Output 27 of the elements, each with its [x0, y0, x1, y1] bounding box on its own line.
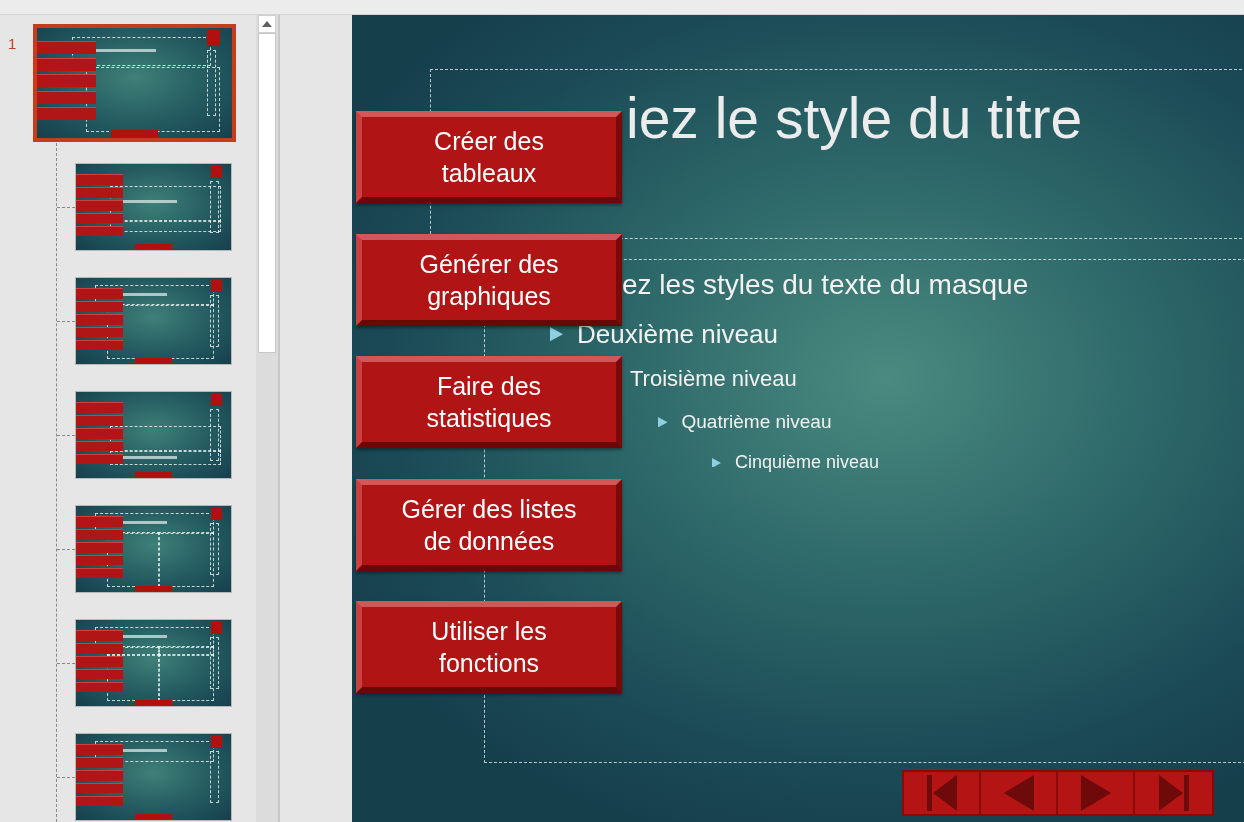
slide-thumbnail[interactable]: [34, 25, 235, 141]
slide-thumbnail[interactable]: [75, 163, 232, 251]
action-button[interactable]: Générer des graphiques: [356, 233, 622, 326]
action-button[interactable]: Utiliser les fonctions: [356, 601, 622, 693]
slide-thumbnail[interactable]: [75, 277, 232, 365]
next-icon: [1078, 775, 1113, 811]
up-arrow-icon: [262, 21, 272, 27]
slide-thumbnail[interactable]: [75, 391, 232, 479]
slide-thumbnail[interactable]: [75, 733, 232, 821]
action-button[interactable]: Créer des tableaux: [356, 111, 622, 203]
action-button[interactable]: Faire des statistiques: [356, 356, 622, 448]
bullet-icon: [658, 416, 668, 428]
body-text: ez les styles du texte du masque: [622, 269, 1029, 301]
slide-thumbnail[interactable]: [75, 505, 232, 593]
bullet-icon: [712, 457, 721, 468]
body-text: Quatrième niveau: [681, 411, 832, 433]
body-text: Cinquième niveau: [735, 452, 880, 473]
slide-number: 1: [8, 35, 17, 52]
skip-forward-icon: [1156, 775, 1191, 811]
scrollbar-thumb[interactable]: [258, 33, 276, 353]
scroll-up-button[interactable]: [258, 15, 276, 33]
bullet-icon: [550, 327, 563, 342]
action-button[interactable]: Gérer des listes de données: [356, 478, 622, 571]
skip-back-icon: [924, 775, 959, 811]
slide-title: iez le style du titre: [626, 85, 1083, 151]
slide-thumbnail[interactable]: [75, 619, 232, 707]
body-text: Troisième niveau: [630, 366, 797, 392]
